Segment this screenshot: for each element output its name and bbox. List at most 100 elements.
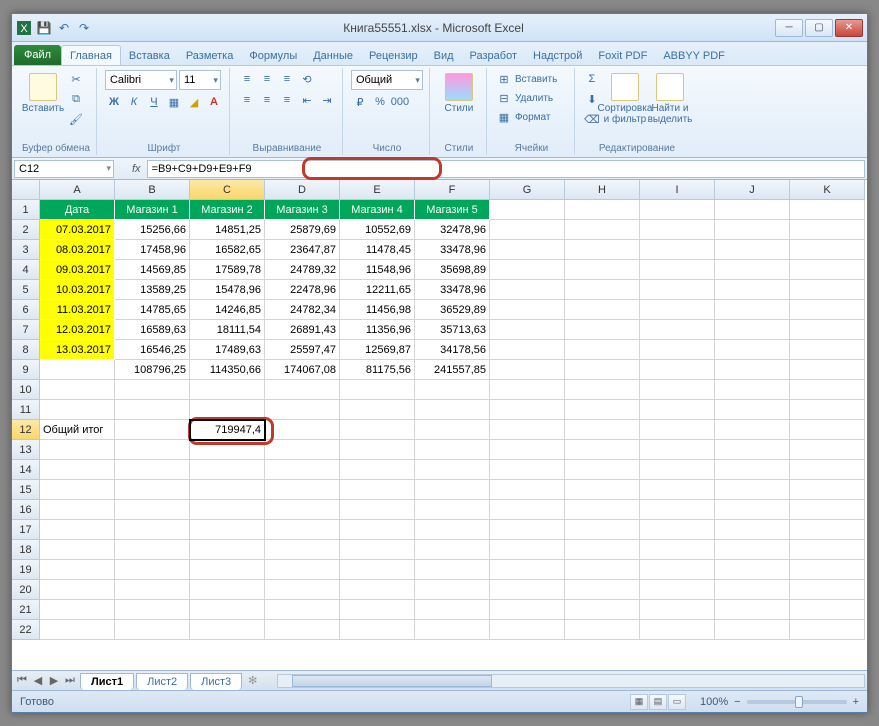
- row-header[interactable]: 5: [12, 280, 40, 300]
- sheet-tab-2[interactable]: Лист2: [136, 673, 188, 690]
- cell[interactable]: [490, 540, 565, 560]
- currency-icon[interactable]: ₽: [351, 93, 369, 111]
- cell[interactable]: [490, 280, 565, 300]
- cell[interactable]: [190, 540, 265, 560]
- styles-button[interactable]: Стили: [438, 70, 480, 142]
- cell[interactable]: 17489,63: [190, 340, 265, 360]
- copy-icon[interactable]: ⧉: [67, 90, 85, 108]
- zoom-level[interactable]: 100%: [700, 696, 728, 708]
- cell[interactable]: [490, 240, 565, 260]
- indent-inc-icon[interactable]: ⇥: [318, 91, 336, 109]
- row-header[interactable]: 8: [12, 340, 40, 360]
- cell[interactable]: [490, 620, 565, 640]
- row-header[interactable]: 4: [12, 260, 40, 280]
- font-size-combo[interactable]: 11: [179, 70, 221, 90]
- close-button[interactable]: ✕: [835, 19, 863, 37]
- cell[interactable]: [115, 460, 190, 480]
- align-bottom-icon[interactable]: ≡: [278, 70, 296, 88]
- cell[interactable]: [265, 440, 340, 460]
- cut-icon[interactable]: ✂: [67, 70, 85, 88]
- view-layout-icon[interactable]: ▤: [649, 694, 667, 710]
- cell[interactable]: [265, 500, 340, 520]
- cell[interactable]: [340, 460, 415, 480]
- row-header[interactable]: 19: [12, 560, 40, 580]
- cell[interactable]: 108796,25: [115, 360, 190, 380]
- cell[interactable]: [415, 440, 490, 460]
- cell[interactable]: [40, 460, 115, 480]
- col-header-H[interactable]: H: [565, 180, 640, 200]
- cell[interactable]: 17589,78: [190, 260, 265, 280]
- cell[interactable]: 18111,54: [190, 320, 265, 340]
- cell[interactable]: [40, 480, 115, 500]
- cell[interactable]: [265, 620, 340, 640]
- cell[interactable]: [40, 560, 115, 580]
- cell[interactable]: [415, 380, 490, 400]
- tab-view[interactable]: Вид: [426, 46, 462, 65]
- cell[interactable]: [640, 620, 715, 640]
- cell[interactable]: [490, 340, 565, 360]
- percent-icon[interactable]: %: [371, 93, 389, 111]
- cell[interactable]: [190, 380, 265, 400]
- cell[interactable]: [415, 400, 490, 420]
- tab-formulas[interactable]: Формулы: [241, 46, 305, 65]
- cell[interactable]: [40, 580, 115, 600]
- cell[interactable]: [565, 440, 640, 460]
- cell[interactable]: 16582,65: [190, 240, 265, 260]
- cell[interactable]: 24782,34: [265, 300, 340, 320]
- align-right-icon[interactable]: ≡: [278, 91, 296, 109]
- cell[interactable]: [115, 520, 190, 540]
- cell[interactable]: [640, 460, 715, 480]
- row-header[interactable]: 7: [12, 320, 40, 340]
- cell[interactable]: [790, 500, 865, 520]
- cell[interactable]: [340, 400, 415, 420]
- cell[interactable]: [190, 440, 265, 460]
- align-middle-icon[interactable]: ≡: [258, 70, 276, 88]
- row-header[interactable]: 3: [12, 240, 40, 260]
- cell[interactable]: [640, 600, 715, 620]
- cell[interactable]: [565, 500, 640, 520]
- cell[interactable]: [715, 340, 790, 360]
- sheet-tab-1[interactable]: Лист1: [80, 673, 134, 690]
- delete-cells-button[interactable]: ⊟Удалить: [495, 89, 568, 107]
- cell[interactable]: [40, 500, 115, 520]
- cell[interactable]: [790, 380, 865, 400]
- cell[interactable]: 35713,63: [415, 320, 490, 340]
- tab-foxit[interactable]: Foxit PDF: [590, 46, 655, 65]
- cell[interactable]: [715, 520, 790, 540]
- cell[interactable]: [40, 520, 115, 540]
- cell[interactable]: [415, 560, 490, 580]
- cell[interactable]: [415, 520, 490, 540]
- col-header-E[interactable]: E: [340, 180, 415, 200]
- cell[interactable]: [715, 260, 790, 280]
- cell[interactable]: [115, 500, 190, 520]
- cell[interactable]: [490, 420, 565, 440]
- cell[interactable]: 16589,63: [115, 320, 190, 340]
- row-header[interactable]: 11: [12, 400, 40, 420]
- cell[interactable]: 241557,85: [415, 360, 490, 380]
- cell[interactable]: [790, 200, 865, 220]
- tab-home[interactable]: Главная: [61, 45, 121, 65]
- cell[interactable]: 14569,85: [115, 260, 190, 280]
- cell[interactable]: [640, 280, 715, 300]
- col-header-C[interactable]: C: [190, 180, 265, 200]
- tab-insert[interactable]: Вставка: [121, 46, 178, 65]
- spreadsheet-grid[interactable]: ABCDEFGHIJK 1ДатаМагазин 1Магазин 2Магаз…: [12, 180, 867, 670]
- find-select-button[interactable]: Найти и выделить: [649, 70, 691, 142]
- row-header[interactable]: 12: [12, 420, 40, 440]
- cell[interactable]: [640, 440, 715, 460]
- cell[interactable]: [790, 420, 865, 440]
- cell[interactable]: [415, 620, 490, 640]
- cell[interactable]: [115, 620, 190, 640]
- row-header[interactable]: 14: [12, 460, 40, 480]
- cell[interactable]: 719947,4: [190, 420, 265, 440]
- col-header-F[interactable]: F: [415, 180, 490, 200]
- cell[interactable]: 36529,89: [415, 300, 490, 320]
- cell[interactable]: [715, 620, 790, 640]
- cell[interactable]: 07.03.2017: [40, 220, 115, 240]
- cell[interactable]: [565, 200, 640, 220]
- cell[interactable]: [565, 400, 640, 420]
- cell[interactable]: 13.03.2017: [40, 340, 115, 360]
- cell[interactable]: [490, 600, 565, 620]
- cell[interactable]: [340, 440, 415, 460]
- cell[interactable]: [115, 600, 190, 620]
